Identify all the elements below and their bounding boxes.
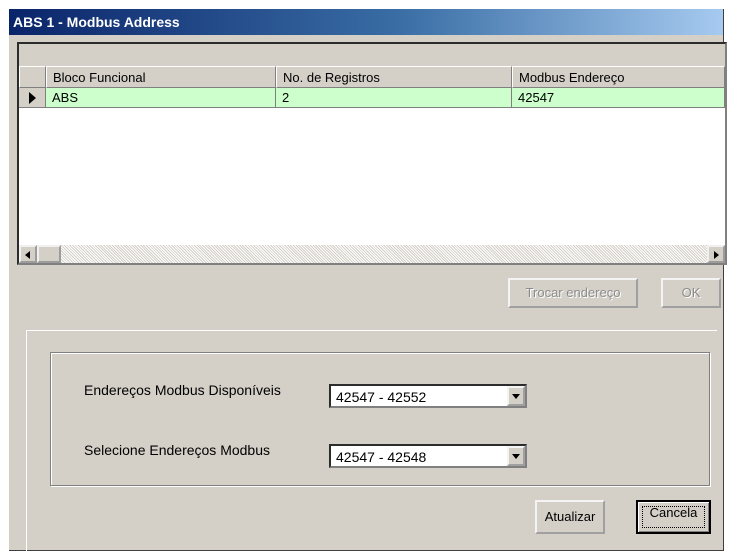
grid-caption-bar bbox=[19, 44, 725, 67]
column-header-endereco[interactable]: Modbus Endereço bbox=[512, 66, 725, 88]
selecione-select[interactable]: 42547 - 42548 bbox=[329, 444, 527, 468]
trocar-endereco-button[interactable]: Trocar endereço bbox=[508, 278, 638, 308]
disponiveis-value: 42547 - 42552 bbox=[336, 389, 427, 405]
disponiveis-dropdown-button[interactable] bbox=[507, 386, 525, 406]
cell-endereco[interactable]: 42547 bbox=[512, 88, 725, 108]
cell-registros[interactable]: 2 bbox=[276, 88, 512, 108]
horizontal-scrollbar[interactable] bbox=[19, 245, 725, 263]
modbus-grid: Bloco Funcional No. de Registros Modbus … bbox=[17, 42, 727, 265]
column-header-bloco[interactable]: Bloco Funcional bbox=[46, 66, 276, 88]
scroll-left-button[interactable] bbox=[19, 245, 37, 263]
ok-button[interactable]: OK bbox=[661, 278, 721, 308]
window-title: ABS 1 - Modbus Address bbox=[9, 9, 723, 35]
dropdown-arrow-icon bbox=[512, 394, 520, 399]
cancela-button[interactable]: Cancela bbox=[636, 500, 711, 534]
header-indicator-cell bbox=[19, 66, 46, 88]
scroll-thumb[interactable] bbox=[37, 245, 61, 263]
grid-header: Bloco Funcional No. de Registros Modbus … bbox=[19, 66, 725, 88]
atualizar-button[interactable]: Atualizar bbox=[535, 500, 605, 534]
row-indicator bbox=[19, 88, 46, 108]
scroll-right-button[interactable] bbox=[707, 245, 725, 263]
cell-bloco[interactable]: ABS bbox=[46, 88, 276, 108]
scroll-right-icon bbox=[714, 251, 719, 259]
selecione-label: Selecione Endereços Modbus bbox=[84, 442, 271, 458]
table-row[interactable]: ABS 2 42547 bbox=[19, 88, 725, 108]
disponiveis-select[interactable]: 42547 - 42552 bbox=[329, 384, 527, 408]
focus-rectangle bbox=[642, 506, 705, 528]
row-indicator-icon bbox=[29, 92, 36, 104]
dropdown-arrow-icon bbox=[512, 454, 520, 459]
selecione-dropdown-button[interactable] bbox=[507, 446, 525, 466]
column-header-registros[interactable]: No. de Registros bbox=[276, 66, 512, 88]
selecione-value: 42547 - 42548 bbox=[336, 449, 427, 465]
disponiveis-label: Endereços Modbus Disponíveis bbox=[84, 382, 281, 398]
scroll-left-icon bbox=[25, 251, 30, 259]
